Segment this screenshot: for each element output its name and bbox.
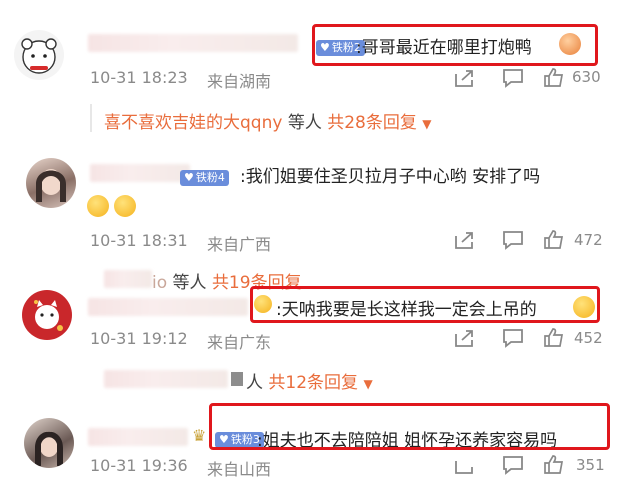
- comment-location: 来自广东: [207, 333, 272, 352]
- girl-avatar-icon: [36, 169, 66, 202]
- highlight-box: [250, 286, 600, 323]
- comment-location: 来自山西: [207, 460, 272, 479]
- reply-bar[interactable]: 人 共12条回复 ▼: [246, 368, 373, 393]
- crown-icon: ♛: [192, 426, 207, 445]
- share-icon[interactable]: [453, 455, 475, 475]
- like-count: 351: [576, 456, 605, 474]
- username-blurred[interactable]: [88, 34, 298, 52]
- comment-location: 来自湖南: [207, 72, 272, 91]
- reply-suffix: 人: [246, 373, 263, 393]
- like-count: 472: [574, 231, 603, 249]
- comment-icon[interactable]: [502, 328, 524, 348]
- comment-icon[interactable]: [502, 230, 524, 250]
- chevron-down-icon[interactable]: ▼: [363, 377, 372, 391]
- comment-text: :我们姐要住圣贝拉月子中心哟 安排了吗: [240, 167, 541, 187]
- reply-count[interactable]: 共12条回复: [268, 373, 358, 393]
- emoji-icon: [114, 195, 136, 217]
- placeholder-avatar-icon: [231, 372, 243, 386]
- comment-icon[interactable]: [502, 455, 524, 475]
- like-count: 630: [572, 68, 601, 86]
- divider: [90, 104, 92, 132]
- like-count: 452: [574, 329, 603, 347]
- share-icon[interactable]: [453, 230, 475, 250]
- highlight-box: [209, 403, 610, 450]
- reply-bar[interactable]: 喜不喜欢吉娃的大qqny 等人 共28条回复 ▼: [104, 108, 432, 133]
- username-blurred[interactable]: [88, 298, 248, 316]
- like-icon[interactable]: [543, 454, 565, 474]
- emoji-icon: [87, 195, 109, 217]
- share-icon[interactable]: [453, 328, 475, 348]
- reply-users-blurred[interactable]: [104, 270, 152, 288]
- username-blurred[interactable]: [88, 428, 188, 446]
- highlight-box: [312, 24, 598, 66]
- chevron-down-icon[interactable]: ▼: [422, 117, 431, 131]
- woman-avatar-icon: [35, 431, 63, 466]
- like-icon[interactable]: [543, 327, 565, 347]
- comment-icon[interactable]: [502, 68, 524, 88]
- reply-users[interactable]: io: [152, 273, 167, 293]
- reply-suffix: 等人: [172, 273, 207, 293]
- reply-users-blurred[interactable]: [104, 370, 228, 388]
- comment-time: 10-31 18:31: [90, 231, 188, 250]
- avatar[interactable]: [24, 418, 74, 468]
- comment-time: 10-31 18:23: [90, 68, 188, 87]
- comment-time: 10-31 19:36: [90, 456, 188, 475]
- reply-users[interactable]: 喜不喜欢吉娃的大qqny: [104, 113, 282, 133]
- reply-suffix: 等人: [287, 113, 322, 133]
- comment-time: 10-31 19:12: [90, 329, 188, 348]
- like-icon[interactable]: [543, 67, 565, 87]
- avatar[interactable]: [26, 158, 76, 208]
- like-icon[interactable]: [543, 229, 565, 249]
- username-blurred[interactable]: [90, 164, 190, 182]
- fan-badge: ♥ 铁粉4: [180, 166, 229, 186]
- share-icon[interactable]: [453, 68, 475, 88]
- comment-location: 来自广西: [207, 235, 272, 254]
- reply-count[interactable]: 共28条回复: [327, 113, 417, 133]
- avatar[interactable]: [22, 290, 72, 340]
- lucky-cat-avatar-icon: [34, 300, 63, 331]
- avatar[interactable]: [14, 30, 64, 80]
- bear-avatar-icon: [21, 38, 57, 74]
